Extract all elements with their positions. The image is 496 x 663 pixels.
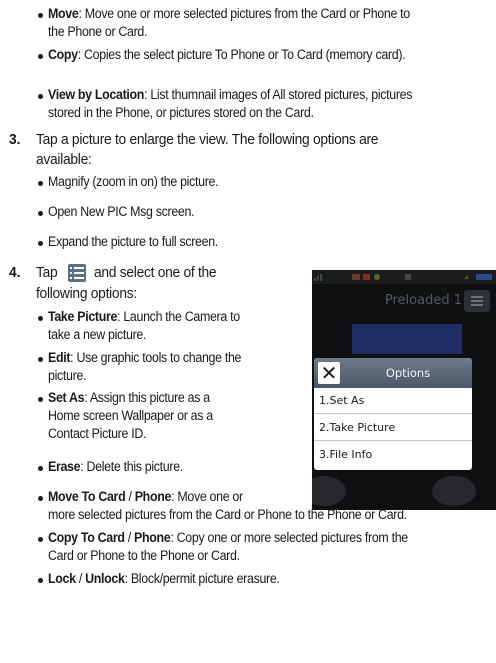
step3-item: Expand the picture to full screen. <box>48 234 218 249</box>
status-bar <box>312 270 496 284</box>
menu-list-icon <box>68 264 86 282</box>
option-set-as-cont: Home screen Wallpaper or as a <box>48 408 213 423</box>
bullet-move-cont: the Phone or Card. <box>48 24 148 39</box>
menu-button[interactable] <box>464 290 490 312</box>
bullet-dot <box>38 397 43 402</box>
menu-item-take-picture[interactable]: 2.Take Picture <box>314 415 472 441</box>
step3-text: Tap a picture to enlarge the view. The f… <box>36 131 379 148</box>
bullet-dot <box>38 357 43 362</box>
battery-icon <box>464 274 492 280</box>
options-dialog: ✕ Options 1.Set As 2.Take Picture 3.File… <box>314 358 472 470</box>
option-lock-unlock: Lock / Unlock: Block/permit picture eras… <box>48 571 280 586</box>
dialog-title: Options <box>385 366 431 380</box>
bullet-dot <box>38 496 43 501</box>
alarm-icon <box>405 274 411 280</box>
bullet-dot <box>38 211 43 216</box>
picture-thumbnail[interactable] <box>352 324 462 354</box>
bullet-dot <box>38 466 43 471</box>
step3-item: Magnify (zoom in on) the picture. <box>48 174 219 189</box>
album-title: Preloaded 1 <box>384 293 462 308</box>
bullet-dot <box>38 578 43 583</box>
step-number: 3. <box>9 131 21 148</box>
bullet-dot <box>38 13 43 18</box>
step4-text-cont: following options: <box>36 285 137 302</box>
step3-item: Open New PIC Msg screen. <box>48 204 195 219</box>
close-icon[interactable]: ✕ <box>318 362 340 384</box>
bullet-dot <box>38 181 43 186</box>
step4-tap: Tap <box>36 264 58 281</box>
menu-list-icon <box>471 296 483 306</box>
option-take-picture: Take Picture: Launch the Camera to <box>48 309 240 324</box>
option-copy-to-card: Copy To Card / Phone: Copy one or more s… <box>48 530 408 545</box>
signal-icon <box>314 274 322 281</box>
bullet-dot <box>38 54 43 59</box>
status-icons <box>352 274 380 280</box>
bullet-view-by-location-cont: stored in the Phone, or pictures stored … <box>48 105 314 120</box>
phone-screenshot: Preloaded 1 ✕ Options 1.Set As 2.Take Pi… <box>312 270 496 510</box>
softkey-right <box>432 476 476 506</box>
dialog-header: ✕ Options <box>314 358 472 388</box>
step4-text: and select one of the <box>94 264 217 281</box>
bullet-dot <box>38 537 43 542</box>
option-take-picture-cont: take a new picture. <box>48 327 147 342</box>
bullet-dot <box>38 316 43 321</box>
bullet-dot <box>38 241 43 246</box>
softkey-left <box>312 476 346 506</box>
step-number: 4. <box>9 264 21 281</box>
option-edit-cont: picture. <box>48 368 87 383</box>
bullet-move: Move: Move one or more selected pictures… <box>48 6 410 21</box>
bullet-view-by-location: View by Location: List thumnail images o… <box>48 87 413 102</box>
menu-item-file-info[interactable]: 3.File Info <box>314 442 472 468</box>
option-copy-to-card-cont: Card or Phone to the Phone or Card. <box>48 548 240 563</box>
bullet-copy: Copy: Copies the select picture To Phone… <box>48 47 406 62</box>
manual-page: Move: Move one or more selected pictures… <box>0 0 496 663</box>
option-set-as-cont: Contact Picture ID. <box>48 426 147 441</box>
option-erase: Erase: Delete this picture. <box>48 459 183 474</box>
step3-text-cont: available: <box>36 151 92 168</box>
option-edit: Edit: Use graphic tools to change the <box>48 350 242 365</box>
option-set-as: Set As: Assign this picture as a <box>48 390 210 405</box>
option-move-to-card: Move To Card / Phone: Move one or <box>48 489 243 504</box>
bullet-dot <box>38 94 43 99</box>
menu-item-set-as[interactable]: 1.Set As <box>314 388 472 414</box>
